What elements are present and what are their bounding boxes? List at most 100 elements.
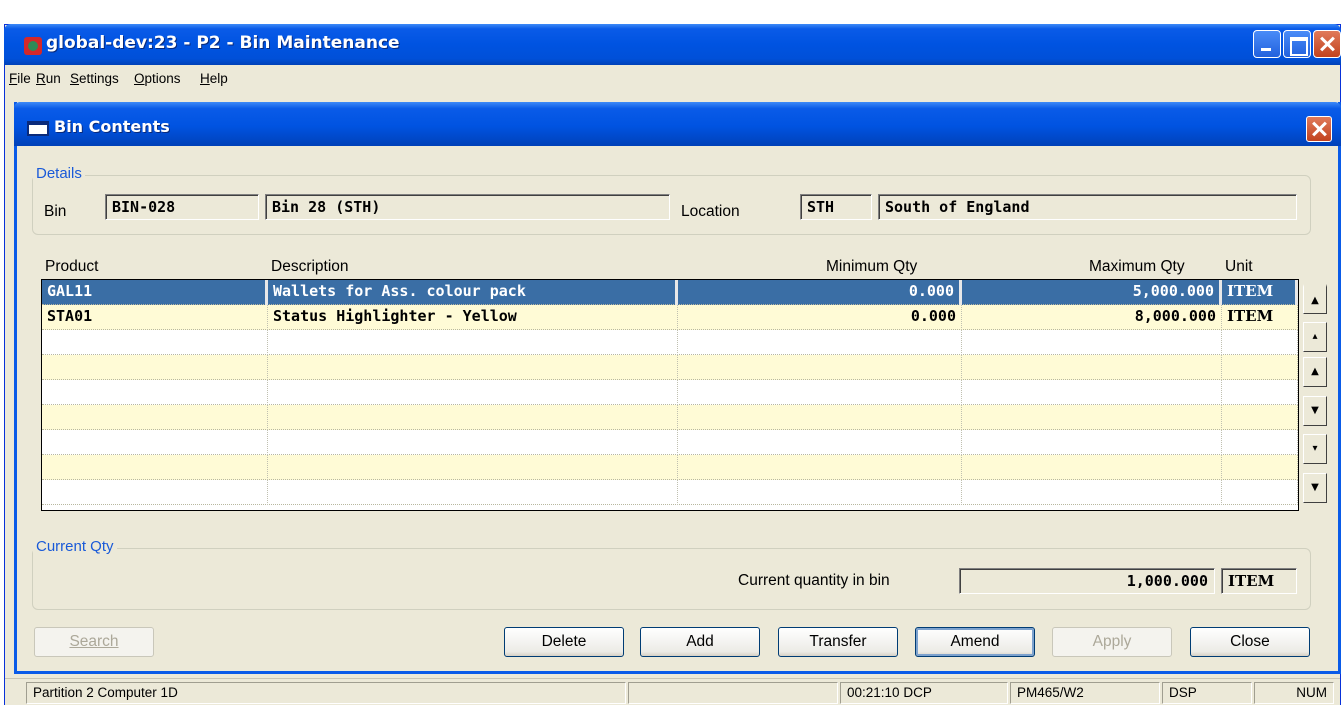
current-qty-field[interactable]: 1,000.000: [959, 568, 1215, 594]
cell-description[interactable]: [268, 455, 678, 480]
cell-product[interactable]: [42, 455, 268, 480]
cell-unit[interactable]: [1222, 405, 1298, 430]
status-time: 00:21:10: [847, 685, 900, 700]
cell-min-qty[interactable]: [678, 380, 962, 405]
scroll-top-icon[interactable]: ▲: [1303, 284, 1327, 314]
table-row[interactable]: [42, 405, 1298, 430]
table-row[interactable]: [42, 480, 1298, 505]
cell-product[interactable]: [42, 380, 268, 405]
cell-unit[interactable]: [1222, 330, 1298, 355]
cell-max-qty[interactable]: [962, 380, 1222, 405]
amend-button[interactable]: Amend: [915, 627, 1035, 657]
bin-code-field[interactable]: BIN-028: [105, 194, 259, 220]
cell-description[interactable]: [268, 480, 678, 505]
cell-unit[interactable]: ITEM: [1222, 305, 1298, 330]
cell-min-qty[interactable]: [678, 355, 962, 380]
cell-description[interactable]: Wallets for Ass. colour pack: [268, 280, 678, 305]
table-row[interactable]: GAL11 Wallets for Ass. colour pack 0.000 5,…: [42, 280, 1298, 305]
dialog-close-button[interactable]: [1306, 116, 1332, 142]
scroll-bottom-icon[interactable]: ▼: [1303, 473, 1327, 503]
table-row[interactable]: [42, 380, 1298, 405]
app-title: global-dev:23 - P2 - Bin Maintenance: [46, 33, 400, 53]
menu-settings[interactable]: Settings: [70, 71, 119, 86]
cell-unit[interactable]: [1222, 380, 1298, 405]
cell-description[interactable]: [268, 380, 678, 405]
table-row[interactable]: [42, 455, 1298, 480]
cell-unit[interactable]: [1222, 430, 1298, 455]
table-row[interactable]: [42, 355, 1298, 380]
col-header-minimum-qty[interactable]: Minimum Qty: [826, 258, 917, 276]
transfer-button[interactable]: Transfer: [778, 627, 898, 657]
dialog-title: Bin Contents: [54, 117, 170, 136]
page-down-icon[interactable]: ▾: [1303, 434, 1327, 464]
transfer-button-label: Transfer: [809, 633, 867, 650]
apply-button-label: Apply: [1092, 633, 1132, 650]
delete-button[interactable]: Delete: [504, 627, 624, 657]
cell-max-qty[interactable]: [962, 355, 1222, 380]
cell-description[interactable]: Status Highlighter - Yellow: [268, 305, 678, 330]
cell-description[interactable]: [268, 430, 678, 455]
dialog-title-bar[interactable]: [14, 102, 1341, 146]
apply-button[interactable]: Apply: [1052, 627, 1172, 657]
bin-name-field[interactable]: Bin 28 (STH): [265, 194, 670, 220]
cell-min-qty[interactable]: [678, 455, 962, 480]
app-close-button[interactable]: [1313, 30, 1341, 58]
window-icon: [27, 121, 49, 136]
col-header-product[interactable]: Product: [45, 258, 98, 276]
cell-product[interactable]: [42, 430, 268, 455]
cell-min-qty[interactable]: [678, 330, 962, 355]
location-label: Location: [681, 203, 740, 220]
cell-max-qty[interactable]: [962, 430, 1222, 455]
cell-unit[interactable]: [1222, 455, 1298, 480]
cell-unit[interactable]: ITEM: [1222, 280, 1298, 305]
cell-max-qty[interactable]: [962, 330, 1222, 355]
col-header-maximum-qty[interactable]: Maximum Qty: [1089, 258, 1185, 276]
location-name-field[interactable]: South of England: [878, 194, 1297, 220]
cell-max-qty[interactable]: 5,000.000: [962, 280, 1222, 305]
cell-unit[interactable]: [1222, 480, 1298, 505]
menu-run[interactable]: Run: [36, 71, 61, 86]
menu-options[interactable]: Options: [134, 71, 181, 86]
cell-description[interactable]: [268, 405, 678, 430]
col-header-description[interactable]: Description: [271, 258, 349, 276]
cell-min-qty[interactable]: 0.000: [678, 280, 962, 305]
cell-min-qty[interactable]: 0.000: [678, 305, 962, 330]
bin-contents-grid[interactable]: GAL11 Wallets for Ass. colour pack 0.000 5,…: [41, 279, 1299, 511]
page-up-icon[interactable]: ▴: [1303, 322, 1327, 352]
cell-description[interactable]: [268, 355, 678, 380]
cell-max-qty[interactable]: 8,000.000: [962, 305, 1222, 330]
close-button[interactable]: Close: [1190, 627, 1310, 657]
current-qty-unit-field[interactable]: ITEM: [1221, 568, 1297, 594]
menu-file[interactable]: File: [9, 71, 31, 86]
minimize-button[interactable]: [1253, 30, 1281, 58]
line-down-icon[interactable]: ▼: [1303, 396, 1327, 426]
add-button[interactable]: Add: [640, 627, 760, 657]
menu-help[interactable]: Help: [200, 71, 228, 86]
cell-product[interactable]: [42, 480, 268, 505]
cell-product[interactable]: [42, 330, 268, 355]
cell-max-qty[interactable]: [962, 480, 1222, 505]
app-icon[interactable]: [24, 37, 42, 55]
cell-product[interactable]: GAL11: [42, 280, 268, 305]
cell-product[interactable]: STA01: [42, 305, 268, 330]
cell-description[interactable]: [268, 330, 678, 355]
location-code-field[interactable]: STH: [800, 194, 872, 220]
cell-unit[interactable]: [1222, 355, 1298, 380]
cell-max-qty[interactable]: [962, 455, 1222, 480]
search-button[interactable]: Search: [34, 627, 154, 657]
cell-product[interactable]: [42, 405, 268, 430]
status-terminal: PM465/W2: [1010, 682, 1160, 704]
cell-max-qty[interactable]: [962, 405, 1222, 430]
table-row[interactable]: [42, 430, 1298, 455]
cell-min-qty[interactable]: [678, 405, 962, 430]
line-up-icon[interactable]: ▲: [1303, 357, 1327, 387]
status-time-pane: 00:21:10 DCP: [840, 682, 1008, 704]
col-header-unit[interactable]: Unit: [1225, 258, 1253, 276]
table-row[interactable]: [42, 330, 1298, 355]
close-button-label: Close: [1230, 633, 1270, 650]
cell-product[interactable]: [42, 355, 268, 380]
table-row[interactable]: STA01 Status Highlighter - Yellow 0.000 8,0…: [42, 305, 1298, 330]
cell-min-qty[interactable]: [678, 430, 962, 455]
cell-min-qty[interactable]: [678, 480, 962, 505]
maximize-button[interactable]: [1283, 30, 1311, 58]
